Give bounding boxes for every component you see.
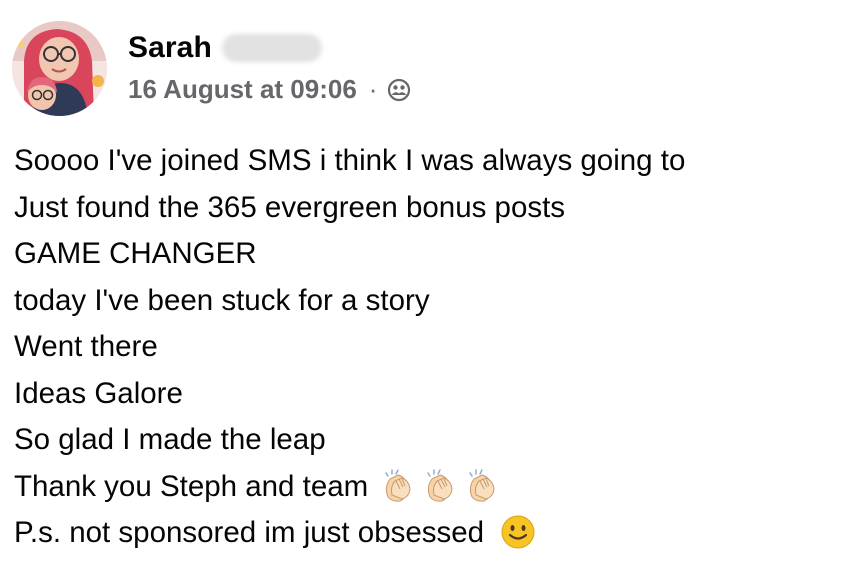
avatar-photo [12, 21, 107, 116]
clapping-hands-emoji [422, 467, 460, 505]
post-line-text: today I've been stuck for a story [14, 283, 430, 317]
author-name[interactable]: Sarah [128, 31, 212, 65]
clapping-hands-emoji [464, 467, 502, 505]
post-line: Just found the 365 evergreen bonus posts [14, 185, 839, 232]
post-line: P.s. not sponsored im just obsessed [14, 510, 839, 557]
friends-icon[interactable] [387, 78, 411, 102]
post-line-text: P.s. not sponsored im just obsessed [14, 516, 485, 549]
post-line-text: Soooo I've joined SMS i think I was alwa… [14, 144, 686, 177]
post-meta: 16 August at 09:06 · [128, 74, 411, 105]
post-line: today I've been stuck for a story [14, 278, 839, 325]
post-line: Went there [14, 324, 839, 371]
post-line-text: Just found the 365 evergreen bonus posts [14, 190, 566, 224]
post-header: Sarah 16 August at 09:06 · [12, 18, 832, 118]
post-line-text: Thank you Steph and team [14, 469, 369, 503]
post-line: GAME CHANGER [14, 231, 839, 278]
post-line-text: Ideas Galore [14, 376, 183, 410]
clapping-hands-emoji [380, 467, 418, 505]
redacted-surname [221, 34, 322, 62]
meta-separator: · [368, 74, 378, 104]
post-timestamp[interactable]: 16 August at 09:06 [128, 74, 357, 105]
smiling-face-emoji [500, 514, 536, 550]
post-line: Soooo I've joined SMS i think I was alwa… [14, 138, 839, 185]
post-line-text: So glad I made the leap [14, 423, 326, 456]
post-line: Thank you Steph and team [14, 464, 839, 511]
author-row: Sarah [128, 28, 322, 68]
avatar[interactable] [12, 21, 107, 116]
post-body: Soooo I've joined SMS i think I was alwa… [14, 138, 839, 557]
post-line-text: Went there [14, 330, 158, 363]
post-line: Ideas Galore [14, 371, 839, 418]
post-line: So glad I made the leap [14, 417, 839, 464]
post-line-text: GAME CHANGER [14, 237, 257, 270]
